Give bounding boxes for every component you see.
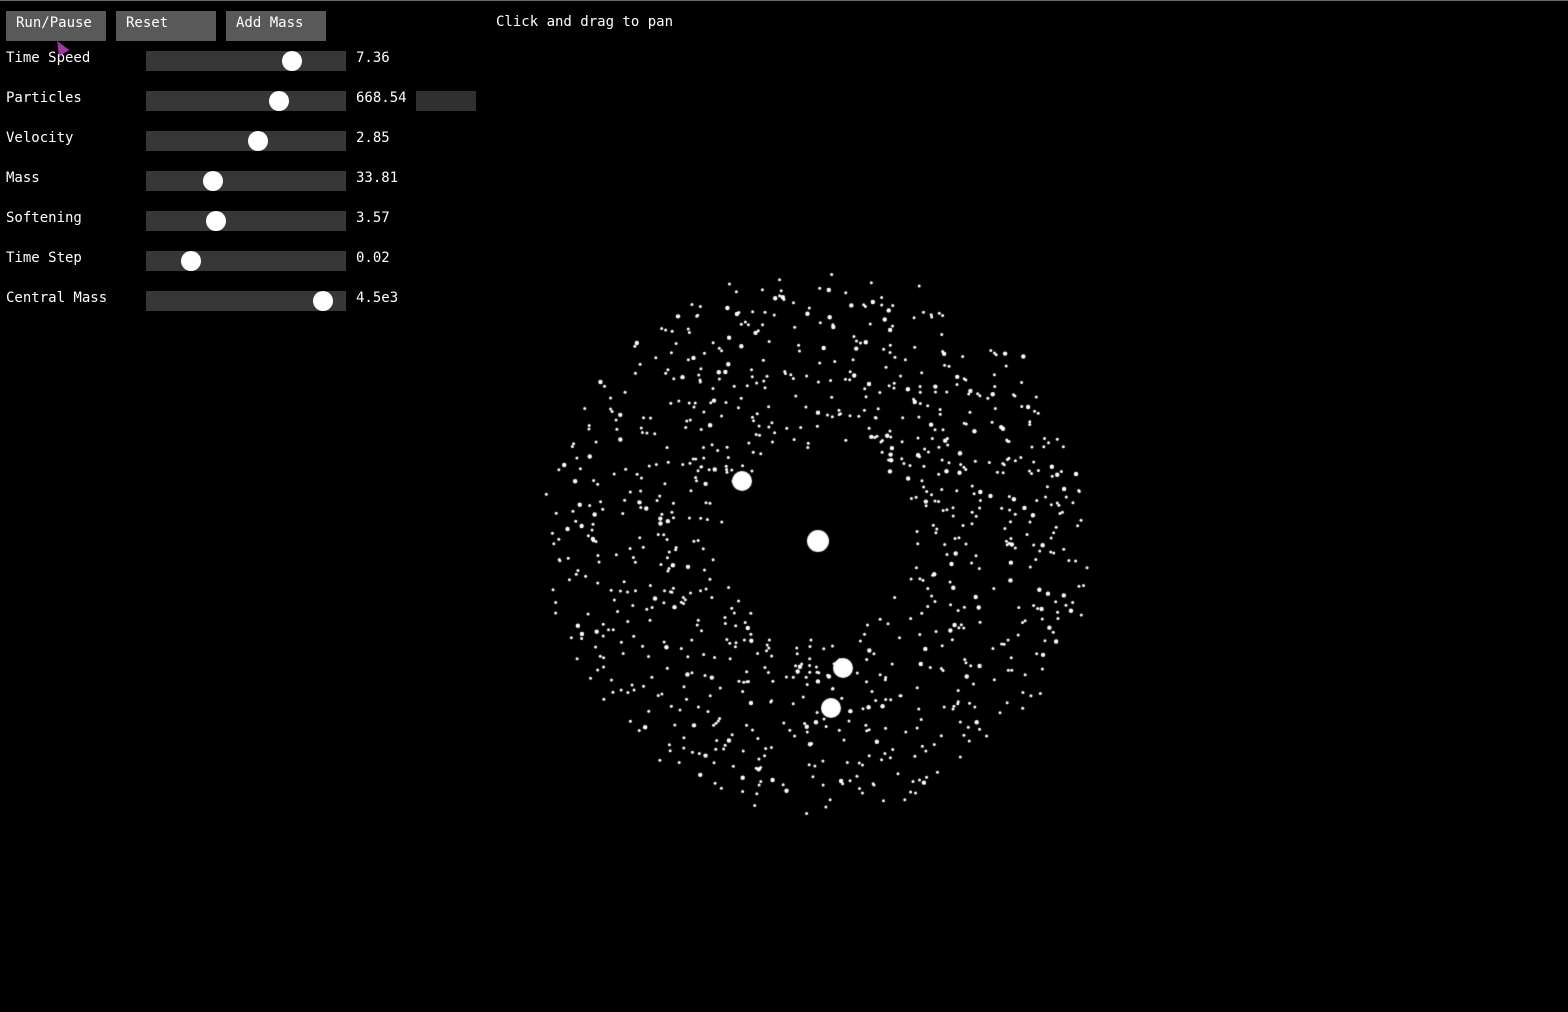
time-step-slider-thumb[interactable] xyxy=(181,251,201,271)
central-mass-slider[interactable] xyxy=(146,291,346,311)
softening-label: Softening xyxy=(6,210,82,226)
time-step-value: 0.02 xyxy=(356,250,390,266)
softening-value: 3.57 xyxy=(356,210,390,226)
particles-slider-thumb[interactable] xyxy=(269,91,289,111)
velocity-slider[interactable] xyxy=(146,131,346,151)
velocity-label: Velocity xyxy=(6,130,74,146)
particles-slider[interactable] xyxy=(146,91,346,111)
time-speed-label: Time Speed xyxy=(6,50,91,66)
time-speed-value: 7.36 xyxy=(356,50,390,66)
time-speed-slider[interactable] xyxy=(146,51,346,71)
mass-slider[interactable] xyxy=(146,171,346,191)
pan-hint: Click and drag to pan xyxy=(496,14,674,30)
time-speed-slider-thumb[interactable] xyxy=(282,51,302,71)
particles-indicator-bar xyxy=(416,91,476,111)
softening-slider[interactable] xyxy=(146,211,346,231)
simulation-canvas[interactable] xyxy=(0,0,1568,1012)
softening-slider-thumb[interactable] xyxy=(206,211,226,231)
add-mass-button[interactable]: Add Mass xyxy=(226,11,326,41)
particles-value: 668.54 xyxy=(356,90,407,106)
velocity-slider-thumb[interactable] xyxy=(248,131,268,151)
central-mass-value: 4.5e3 xyxy=(356,290,399,306)
mass-value: 33.81 xyxy=(356,170,399,186)
velocity-value: 2.85 xyxy=(356,130,390,146)
central-mass-label: Central Mass xyxy=(6,290,108,306)
time-step-label: Time Step xyxy=(6,250,82,266)
mass-label: Mass xyxy=(6,170,40,186)
time-step-slider[interactable] xyxy=(146,251,346,271)
mass-slider-thumb[interactable] xyxy=(203,171,223,191)
reset-button[interactable]: Reset xyxy=(116,11,216,41)
particles-label: Particles xyxy=(6,90,82,106)
central-mass-slider-thumb[interactable] xyxy=(313,291,333,311)
run-pause-button[interactable]: Run/Pause xyxy=(6,11,106,41)
